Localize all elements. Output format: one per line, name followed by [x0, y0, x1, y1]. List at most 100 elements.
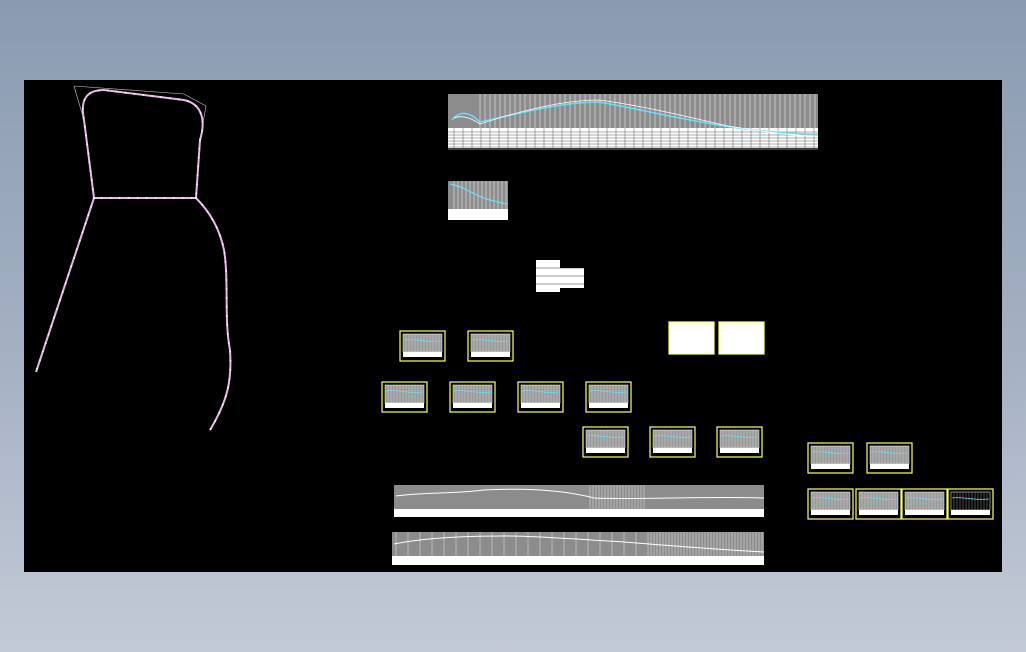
station-marker — [97, 89, 100, 92]
sheet-data-table — [653, 448, 692, 453]
station-marker — [133, 92, 136, 95]
station-marker — [50, 325, 53, 327]
profile-small-table — [448, 209, 508, 220]
framed-profile-sheet[interactable] — [807, 442, 854, 474]
station-marker — [151, 95, 154, 97]
framed-profile-sheet[interactable] — [449, 381, 496, 413]
framed-profile-sheet[interactable] — [467, 330, 514, 362]
framed-profile-sheet[interactable] — [517, 381, 564, 413]
sheet-data-table — [811, 510, 850, 515]
framed-profile-sheet[interactable] — [901, 488, 948, 520]
station-marker — [142, 94, 145, 96]
station-marker — [163, 197, 166, 199]
station-marker — [106, 89, 109, 92]
station-marker — [88, 161, 91, 164]
station-marker — [225, 315, 228, 317]
strip1-table — [394, 509, 764, 517]
sheet-data-table — [720, 448, 759, 453]
framed-profile-sheet[interactable] — [582, 426, 629, 458]
station-marker — [100, 197, 103, 199]
station-marker — [89, 92, 92, 95]
sheet-data-table — [905, 510, 944, 515]
station-marker — [81, 107, 84, 110]
station-marker — [154, 197, 157, 199]
sheet-data-table — [951, 510, 990, 515]
station-marker — [226, 333, 229, 335]
profile-sheet-small[interactable] — [448, 181, 509, 220]
framed-profile-sheet[interactable] — [649, 426, 696, 458]
station-marker — [90, 179, 93, 182]
sheet-data-table — [586, 448, 625, 453]
long-strip-profile-2[interactable] — [392, 532, 765, 565]
framed-profile-sheet[interactable] — [866, 442, 913, 474]
sheet-grid-area — [520, 384, 561, 404]
station-marker — [190, 197, 193, 199]
road-alignment-plan — [35, 85, 232, 431]
station-marker — [229, 368, 232, 371]
station-marker — [47, 333, 50, 336]
station-marker — [56, 308, 58, 310]
white-sheet-1[interactable] — [668, 321, 715, 355]
station-marker — [209, 427, 212, 430]
framed-profile-sheet[interactable] — [399, 330, 446, 362]
framed-profile-sheet[interactable] — [947, 488, 994, 520]
strip1-grid-bg — [394, 485, 764, 509]
station-marker — [221, 403, 224, 406]
station-marker — [160, 96, 163, 99]
title-block-tab — [560, 268, 584, 288]
station-marker — [70, 265, 73, 268]
white-sheet-2[interactable] — [718, 321, 765, 355]
strip2-table — [392, 556, 764, 565]
station-marker — [229, 350, 232, 353]
station-marker — [84, 222, 87, 225]
station-marker — [186, 100, 189, 103]
station-marker — [215, 226, 218, 229]
station-marker — [73, 256, 75, 259]
long-strip-profile-1[interactable] — [394, 485, 765, 517]
station-marker — [195, 197, 197, 199]
station-marker — [86, 143, 89, 146]
station-marker — [199, 112, 202, 114]
sheet-data-table — [471, 352, 510, 357]
station-marker — [219, 234, 221, 237]
station-marker — [109, 197, 112, 199]
station-marker — [39, 359, 41, 362]
station-marker — [225, 288, 228, 290]
station-marker — [196, 183, 198, 186]
station-marker — [44, 342, 47, 345]
white-sheets — [668, 321, 765, 355]
profile-sheet-main[interactable] — [448, 94, 819, 150]
framed-profile-sheet[interactable] — [807, 488, 854, 520]
station-marker — [201, 203, 203, 206]
station-marker — [115, 90, 118, 93]
sheet-data-table — [403, 352, 442, 357]
road-loop-outline — [81, 88, 204, 199]
framed-profile-sheet[interactable] — [855, 488, 902, 520]
framed-profile-sheet[interactable] — [716, 426, 763, 458]
station-marker — [227, 386, 229, 389]
station-marker — [41, 350, 44, 353]
sheet-data-table — [859, 510, 898, 515]
station-marker — [196, 174, 199, 177]
station-marker — [225, 306, 228, 308]
title-block-table[interactable] — [536, 260, 584, 292]
station-marker — [36, 367, 38, 370]
station-marker — [229, 359, 232, 362]
station-marker — [93, 197, 95, 199]
framed-profile-sheet[interactable] — [381, 381, 428, 413]
station-marker — [201, 120, 204, 123]
station-marker — [145, 197, 148, 199]
station-marker — [76, 248, 78, 251]
station-marker — [181, 197, 184, 199]
station-marker — [87, 152, 90, 155]
station-marker — [225, 279, 228, 281]
station-marker — [214, 420, 217, 422]
sheet-data-table — [870, 464, 909, 469]
sheet-data-table — [521, 403, 560, 408]
sheet-data-table — [811, 464, 850, 469]
station-marker — [78, 239, 81, 242]
framed-profile-sheet[interactable] — [585, 381, 632, 413]
cad-drawing-canvas[interactable] — [24, 80, 1002, 572]
station-marker — [225, 270, 227, 272]
station-marker — [211, 218, 214, 221]
